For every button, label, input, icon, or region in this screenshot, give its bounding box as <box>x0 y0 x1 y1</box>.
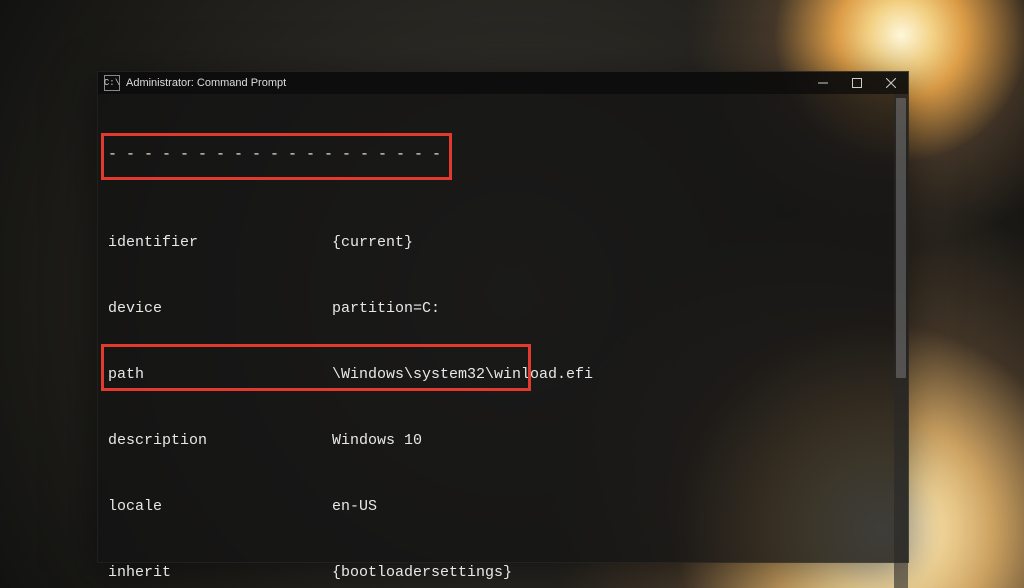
output-value: {current} <box>332 232 898 254</box>
output-row: devicepartition=C: <box>108 298 898 320</box>
vertical-scrollbar[interactable] <box>894 94 908 588</box>
app-icon: C:\ <box>104 75 120 91</box>
output-row: inherit{bootloadersettings} <box>108 562 898 584</box>
maximize-button[interactable] <box>840 72 874 94</box>
titlebar[interactable]: C:\ Administrator: Command Prompt <box>98 72 908 94</box>
output-row: path\Windows\system32\winload.efi <box>108 364 898 386</box>
window-title: Administrator: Command Prompt <box>126 77 286 89</box>
output-value: \Windows\system32\winload.efi <box>332 364 898 386</box>
output-row: localeen-US <box>108 496 898 518</box>
close-icon <box>886 78 896 88</box>
command-prompt-window: C:\ Administrator: Command Prompt - - - … <box>97 71 909 563</box>
output-value: {bootloadersettings} <box>332 562 898 584</box>
maximize-icon <box>852 78 862 88</box>
output-value: partition=C: <box>332 298 898 320</box>
minimize-icon <box>818 78 828 88</box>
terminal-output[interactable]: - - - - - - - - - - - - - - - - - - - id… <box>98 94 908 588</box>
output-key: description <box>108 430 332 452</box>
output-row: identifier{current} <box>108 232 898 254</box>
output-value: Windows 10 <box>332 430 898 452</box>
scrollbar-thumb[interactable] <box>896 98 906 378</box>
output-key: identifier <box>108 232 332 254</box>
output-key: path <box>108 364 332 386</box>
output-key: device <box>108 298 332 320</box>
output-key: locale <box>108 496 332 518</box>
close-button[interactable] <box>874 72 908 94</box>
output-row: descriptionWindows 10 <box>108 430 898 452</box>
minimize-button[interactable] <box>806 72 840 94</box>
separator-line: - - - - - - - - - - - - - - - - - - - <box>108 144 898 166</box>
output-key: inherit <box>108 562 332 584</box>
output-value: en-US <box>332 496 898 518</box>
desktop-background: C:\ Administrator: Command Prompt - - - … <box>0 0 1024 588</box>
